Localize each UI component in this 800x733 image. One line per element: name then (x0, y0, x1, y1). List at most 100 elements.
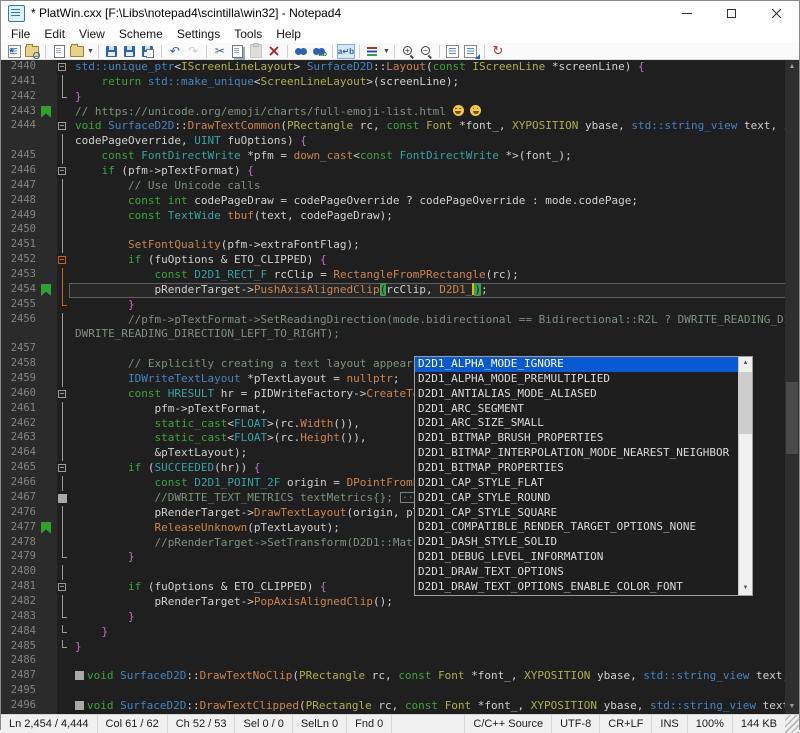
line-number[interactable]: 2463 (1, 431, 39, 446)
bookmark-cell[interactable] (39, 580, 54, 595)
status-encoding[interactable]: UTF-8 (551, 715, 599, 733)
popup-scroll-up-icon[interactable]: ▲ (739, 357, 752, 370)
collapsed-fold-icon[interactable] (75, 701, 84, 710)
code-text[interactable]: } (69, 298, 799, 313)
open-favorites-icon[interactable] (23, 44, 41, 59)
line-number[interactable]: 2445 (1, 149, 39, 164)
code-line[interactable]: 2486 (1, 654, 799, 669)
copy-icon[interactable] (229, 44, 247, 59)
fold-toggle-icon[interactable] (57, 461, 69, 476)
code-text[interactable]: // Use Unicode calls (69, 179, 799, 194)
bookmark-cell[interactable] (39, 179, 54, 194)
line-number[interactable]: 2481 (1, 580, 39, 595)
bookmark-cell[interactable] (39, 654, 54, 669)
resize-grip[interactable] (785, 715, 799, 733)
bookmark-cell[interactable] (39, 625, 54, 640)
fold-toggle-icon[interactable] (57, 119, 69, 134)
code-line[interactable]: codePageOverride, UINT fuOptions) { (1, 134, 799, 149)
bookmark-cell[interactable] (39, 313, 54, 328)
bookmark-cell[interactable] (39, 431, 54, 446)
code-text[interactable] (69, 223, 799, 238)
add-favorite-icon[interactable]: ★ (5, 44, 23, 59)
line-number[interactable] (1, 327, 39, 342)
bookmark-cell[interactable] (39, 119, 54, 134)
menu-item-file[interactable]: File (4, 26, 37, 42)
code-text[interactable]: } (69, 640, 799, 655)
code-line[interactable]: 2446 if (pfm->pTextFormat) { (1, 164, 799, 179)
undo-icon[interactable]: ↶ (166, 44, 184, 59)
bookmark-cell[interactable] (39, 223, 54, 238)
line-number[interactable]: 2450 (1, 223, 39, 238)
menu-item-scheme[interactable]: Scheme (112, 26, 170, 42)
autocomplete-item[interactable]: D2D1_DASH_STYLE_SOLID (415, 535, 738, 550)
view-document-icon[interactable] (444, 44, 462, 59)
code-text[interactable]: const TextWide tbuf(text, codePageDraw); (69, 209, 799, 224)
code-text[interactable]: if (pfm->pTextFormat) { (69, 164, 799, 179)
code-line[interactable]: 2496void SurfaceD2D::DrawTextClipped(PRe… (1, 699, 799, 714)
line-number[interactable]: 2486 (1, 654, 39, 669)
autocomplete-item[interactable]: D2D1_DRAW_TEXT_OPTIONS (415, 565, 738, 580)
code-line[interactable]: 2487void SurfaceD2D::DrawTextNoClip(PRec… (1, 669, 799, 684)
status-column[interactable]: Col 61 / 62 (98, 715, 168, 733)
replace-icon[interactable]: ab (310, 44, 328, 59)
code-line[interactable]: 2455 } (1, 298, 799, 313)
find-icon[interactable] (292, 44, 310, 59)
bookmark-cell[interactable] (39, 595, 54, 610)
code-text[interactable]: if (fuOptions & ETO_CLIPPED) { (69, 253, 799, 268)
save-all-icon[interactable] (139, 44, 157, 59)
open-file-icon[interactable] (68, 44, 86, 59)
line-number[interactable]: 2459 (1, 372, 39, 387)
bookmark-cell[interactable] (39, 417, 54, 432)
line-number[interactable]: 2484 (1, 625, 39, 640)
scroll-up-icon[interactable]: ▲ (785, 60, 799, 74)
bookmark-cell[interactable] (39, 669, 54, 684)
line-number[interactable]: 2495 (1, 684, 39, 699)
bookmark-cell[interactable] (39, 550, 54, 565)
line-number[interactable]: 2448 (1, 194, 39, 209)
line-number[interactable]: 2496 (1, 699, 39, 714)
code-line[interactable]: 2453 const D2D1_RECT_F rcClip = Rectangl… (1, 268, 799, 283)
code-line[interactable]: 2485} (1, 640, 799, 655)
autocomplete-item[interactable]: D2D1_BITMAP_PROPERTIES (415, 461, 738, 476)
code-text[interactable]: void SurfaceD2D::DrawTextNoClip(PRectang… (69, 669, 799, 684)
line-number[interactable]: 2452 (1, 253, 39, 268)
scroll-down-icon[interactable]: ▼ (785, 700, 799, 714)
bookmark-cell[interactable] (39, 134, 54, 149)
menu-item-help[interactable]: Help (269, 26, 308, 42)
bookmark-cell[interactable] (39, 610, 54, 625)
status-scheme[interactable]: C/C++ Source (464, 715, 551, 733)
autocomplete-item[interactable]: D2D1_DEBUG_LEVEL_INFORMATION (415, 550, 738, 565)
code-line[interactable]: 2447 // Use Unicode calls (1, 179, 799, 194)
line-number[interactable]: 2441 (1, 75, 39, 90)
line-number[interactable]: 2467 (1, 491, 39, 506)
bookmark-cell[interactable] (39, 461, 54, 476)
line-number[interactable]: 2449 (1, 209, 39, 224)
code-text[interactable]: std::unique_ptr<IScreenLineLayout> Surfa… (69, 60, 799, 75)
code-line[interactable]: 2451 SetFontQuality(pfm->extraFontFlag); (1, 238, 799, 253)
status-character[interactable]: Ch 52 / 53 (168, 715, 236, 733)
code-line[interactable]: 2456 //pfm->pTextFormat->SetReadingDirec… (1, 313, 799, 328)
fold-toggle-icon[interactable] (57, 580, 69, 595)
popup-scroll-down-icon[interactable]: ▼ (739, 582, 752, 595)
code-line[interactable]: 2483 } (1, 610, 799, 625)
editor-vertical-scrollbar[interactable]: ▲ ▼ (785, 60, 799, 714)
paste-icon[interactable] (247, 44, 265, 59)
bookmark-cell[interactable] (39, 194, 54, 209)
menu-item-view[interactable]: View (72, 26, 112, 42)
bookmark-cell[interactable] (39, 684, 54, 699)
code-line[interactable]: 2442} (1, 90, 799, 105)
bookmark-cell[interactable] (39, 298, 54, 313)
line-number[interactable]: 2476 (1, 506, 39, 521)
code-line[interactable]: 2444void SurfaceD2D::DrawTextCommon(PRec… (1, 119, 799, 134)
status-selection[interactable]: Sel 0 / 0 (235, 715, 292, 733)
autocomplete-item[interactable]: D2D1_ANTIALIAS_MODE_ALIASED (415, 387, 738, 402)
menu-item-settings[interactable]: Settings (170, 26, 227, 42)
line-number[interactable]: 2456 (1, 313, 39, 328)
code-text[interactable]: const int codePageDraw = codePageOverrid… (69, 194, 799, 209)
line-number[interactable]: 2482 (1, 595, 39, 610)
bookmark-cell[interactable] (39, 506, 54, 521)
bookmark-cell[interactable] (39, 476, 54, 491)
code-text[interactable]: // https://unicode.org/emoji/charts/full… (69, 105, 799, 120)
code-text[interactable] (69, 654, 799, 669)
code-line[interactable]: 2457 (1, 342, 799, 357)
